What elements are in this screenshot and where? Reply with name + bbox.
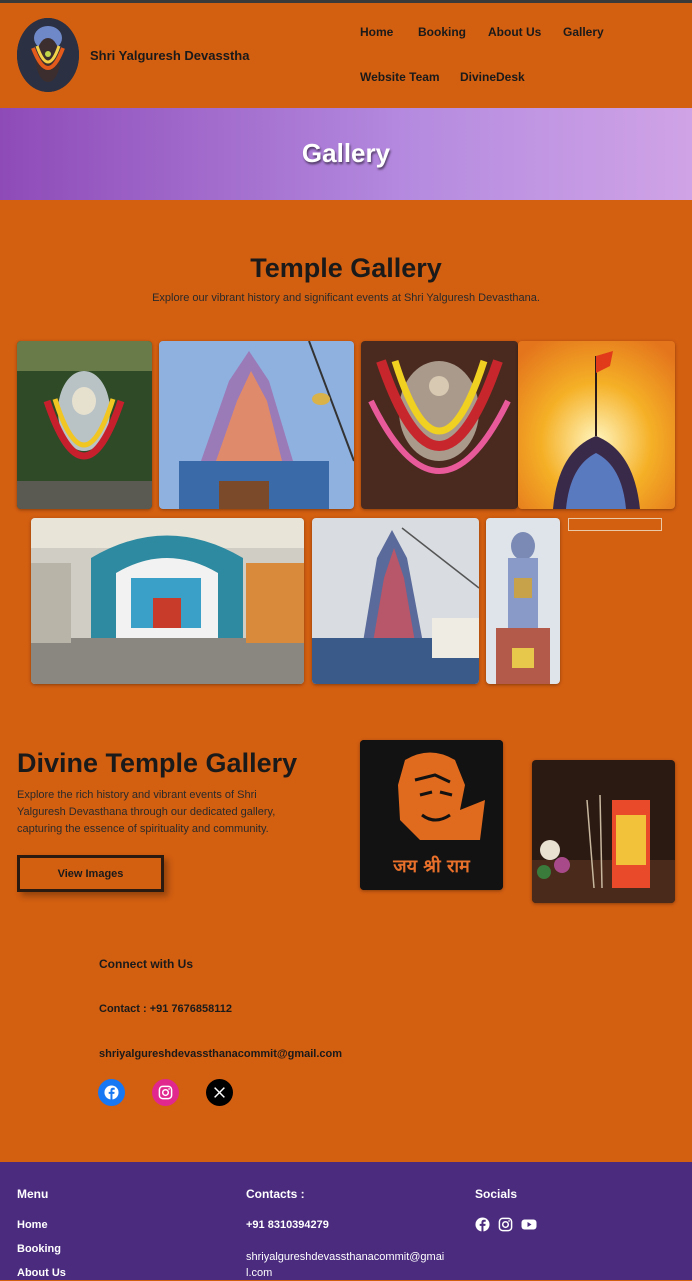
facebook-icon[interactable] bbox=[475, 1217, 490, 1237]
gallery-image-temple-tower[interactable] bbox=[312, 518, 479, 684]
footer-social-icons bbox=[475, 1217, 537, 1237]
instagram-icon[interactable] bbox=[498, 1217, 513, 1237]
nav-divinedesk[interactable]: DivineDesk bbox=[460, 70, 525, 84]
x-icon[interactable] bbox=[206, 1079, 233, 1106]
footer-link-about-us[interactable]: About Us bbox=[17, 1267, 66, 1279]
youtube-icon[interactable] bbox=[521, 1217, 537, 1237]
contact-phone: Contact : +91 7676858112 bbox=[99, 1003, 233, 1015]
temple-gallery-subtitle: Explore our vibrant history and signific… bbox=[152, 292, 540, 304]
nav-about-us[interactable]: About Us bbox=[488, 25, 541, 39]
footer-link-booking[interactable]: Booking bbox=[17, 1243, 61, 1255]
poster-text: जय श्री राम bbox=[393, 856, 470, 877]
facebook-icon[interactable] bbox=[98, 1079, 125, 1106]
nav-home[interactable]: Home bbox=[360, 25, 393, 39]
divine-gallery-title: Divine Temple Gallery bbox=[17, 748, 298, 778]
temple-logo[interactable] bbox=[17, 18, 79, 92]
nav-gallery[interactable]: Gallery bbox=[563, 25, 604, 39]
site-title: Shri Yalguresh Devasstha bbox=[90, 48, 250, 63]
temple-gallery-title: Temple Gallery bbox=[250, 253, 442, 283]
broken-image-placeholder bbox=[568, 518, 662, 531]
divine-gallery-description: Explore the rich history and vibrant eve… bbox=[17, 789, 276, 835]
instagram-icon[interactable] bbox=[152, 1079, 179, 1106]
jai-shri-ram-poster[interactable]: जय श्री राम bbox=[360, 740, 503, 890]
incense-product-image[interactable] bbox=[532, 760, 675, 903]
banner-title: Gallery bbox=[301, 138, 391, 168]
gallery-image-flag-sunset[interactable] bbox=[518, 341, 675, 509]
nav-booking[interactable]: Booking bbox=[418, 25, 466, 39]
footer-contacts-title: Contacts : bbox=[246, 1187, 305, 1201]
page-banner: Gallery bbox=[0, 108, 692, 200]
footer-phone: +91 8310394279 bbox=[246, 1219, 329, 1231]
nav-website-team[interactable]: Website Team bbox=[360, 70, 440, 84]
footer-menu-title: Menu bbox=[17, 1187, 49, 1201]
footer-email[interactable]: shriyalgureshdevassthanacommit@gmail.com bbox=[246, 1249, 446, 1281]
site-footer: Menu Home Booking About Us Contacts : +9… bbox=[0, 1162, 692, 1280]
connect-title: Connect with Us bbox=[99, 957, 194, 971]
contact-email[interactable]: shriyalgureshdevassthanacommit@gmail.com bbox=[99, 1048, 342, 1060]
gallery-image-temple-hall[interactable] bbox=[31, 518, 304, 684]
gallery-image-gopuram[interactable] bbox=[159, 341, 354, 509]
gallery-image-idol-garlands[interactable] bbox=[361, 341, 518, 509]
gallery-image-deity[interactable] bbox=[17, 341, 152, 509]
view-images-button[interactable]: View Images bbox=[17, 855, 164, 892]
footer-link-home[interactable]: Home bbox=[17, 1219, 48, 1231]
gallery-image-hanuman-statue[interactable] bbox=[486, 518, 560, 684]
site-header: Shri Yalguresh Devasstha Home Booking Ab… bbox=[0, 3, 692, 108]
footer-socials-title: Socials bbox=[475, 1187, 518, 1201]
